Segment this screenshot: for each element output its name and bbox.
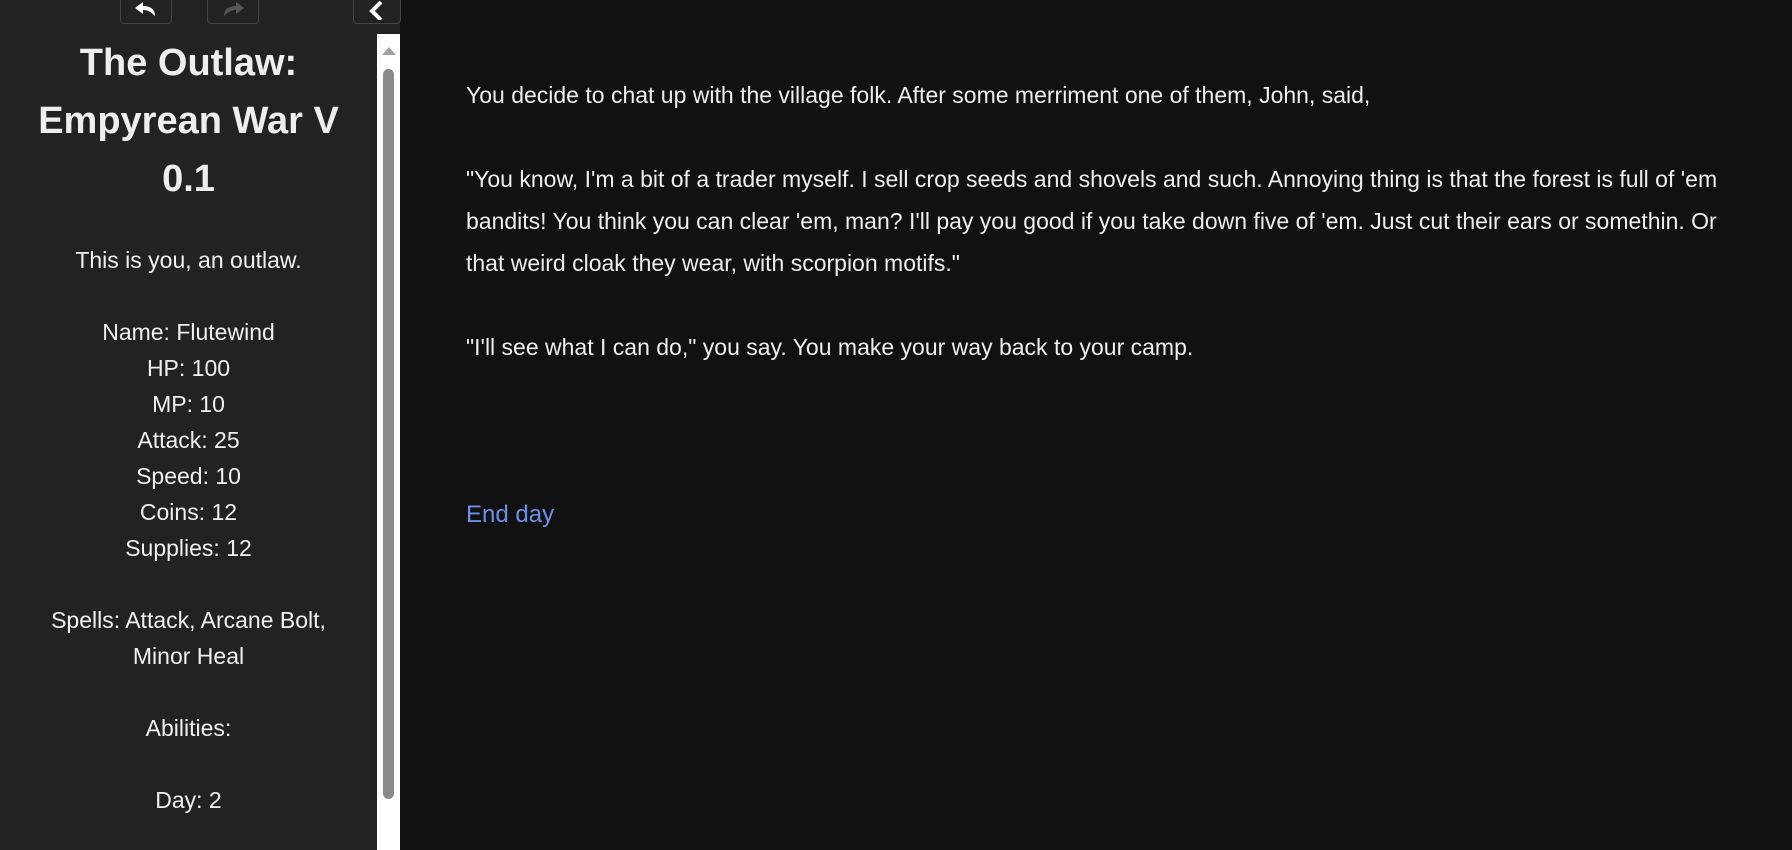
day-counter: Day: 2: [155, 787, 222, 813]
spells-list: Spells: Attack, Arcane Bolt, Minor Heal: [51, 607, 326, 669]
story-title: The Outlaw: Empyrean War V 0.1: [38, 42, 339, 200]
player-stats: This is you, an outlaw. Name: Flutewind …: [0, 242, 377, 818]
passage-paragraph: "You know, I'm a bit of a trader myself.…: [466, 166, 1718, 276]
stat-hp: HP: 100: [146, 355, 231, 381]
sidebar-content: The Outlaw: Empyrean War V 0.1 This is y…: [0, 34, 377, 850]
stat-mp: MP: 10: [152, 391, 225, 417]
redo-arrow-icon: [224, 2, 244, 16]
sidebar-scrollbar[interactable]: [377, 34, 400, 850]
scroll-up-arrow-icon[interactable]: [382, 47, 396, 55]
stat-attack: Attack: 25: [137, 427, 240, 453]
passage-paragraph: You decide to chat up with the village f…: [466, 82, 1371, 108]
undo-arrow-icon: [135, 2, 155, 16]
stat-supplies: Supplies: 12: [125, 535, 252, 561]
back-button[interactable]: [120, 0, 172, 24]
story-app: The Outlaw: Empyrean War V 0.1 This is y…: [0, 0, 1792, 850]
story-passage: You decide to chat up with the village f…: [466, 74, 1746, 536]
stat-speed: Speed: 10: [136, 463, 241, 489]
intro-text: This is you, an outlaw.: [75, 247, 302, 273]
stat-coins: Coins: 12: [139, 499, 238, 525]
end-day-link[interactable]: End day: [466, 494, 554, 536]
chevron-left-icon: [369, 0, 383, 20]
abilities-list: Abilities:: [145, 715, 232, 741]
story-sidebar: The Outlaw: Empyrean War V 0.1 This is y…: [0, 0, 401, 850]
forward-button[interactable]: [207, 0, 259, 24]
passage-paragraph: "I'll see what I can do," you say. You m…: [466, 334, 1194, 360]
collapse-sidebar-button[interactable]: [353, 0, 401, 24]
scrollbar-thumb[interactable]: [383, 69, 394, 799]
stat-name: Name: Flutewind: [102, 319, 275, 345]
